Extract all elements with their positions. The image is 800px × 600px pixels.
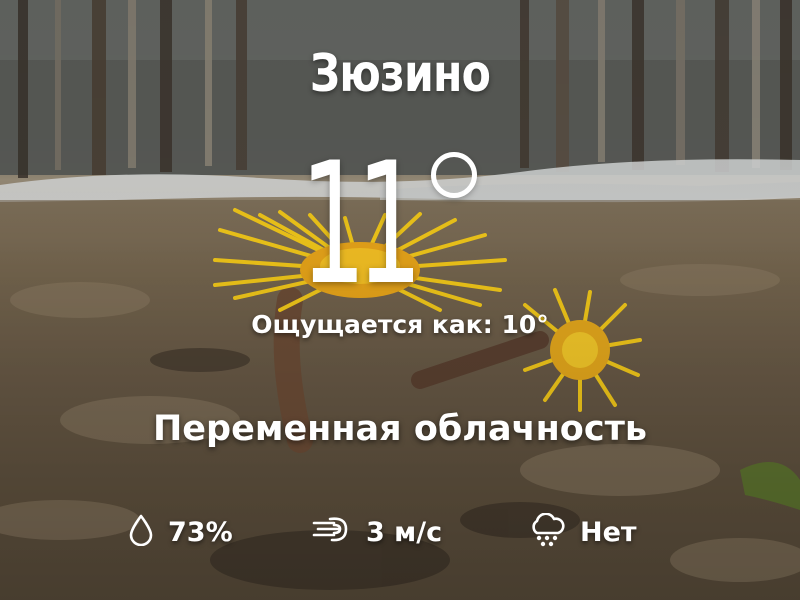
precipitation-stat: Нет: [528, 508, 637, 556]
feels-like-label: Ощущается как:: [251, 310, 493, 339]
rain-cloud-icon: [528, 512, 566, 551]
weather-screen: Зюзино 11 Ощущается как: 10° Переменная …: [0, 0, 800, 600]
weather-stats: 73% 3 м/с Нет: [0, 508, 800, 556]
humidity-value: 73%: [168, 516, 233, 548]
precipitation-value: Нет: [580, 516, 637, 548]
weather-condition: Переменная облачность: [153, 409, 647, 449]
wind-value: 3 м/с: [366, 516, 443, 548]
location-title: Зюзино: [309, 44, 491, 104]
feels-like: Ощущается как: 10°: [0, 310, 800, 339]
droplet-icon: [128, 514, 154, 550]
degree-symbol-icon: [431, 152, 477, 198]
wind-icon: [312, 515, 352, 549]
wind-stat: 3 м/с: [312, 508, 442, 556]
temperature-value: 11: [300, 126, 423, 322]
humidity-stat: 73%: [128, 508, 233, 556]
feels-like-value: 10°: [501, 310, 549, 339]
temperature-display: 11: [300, 140, 500, 310]
